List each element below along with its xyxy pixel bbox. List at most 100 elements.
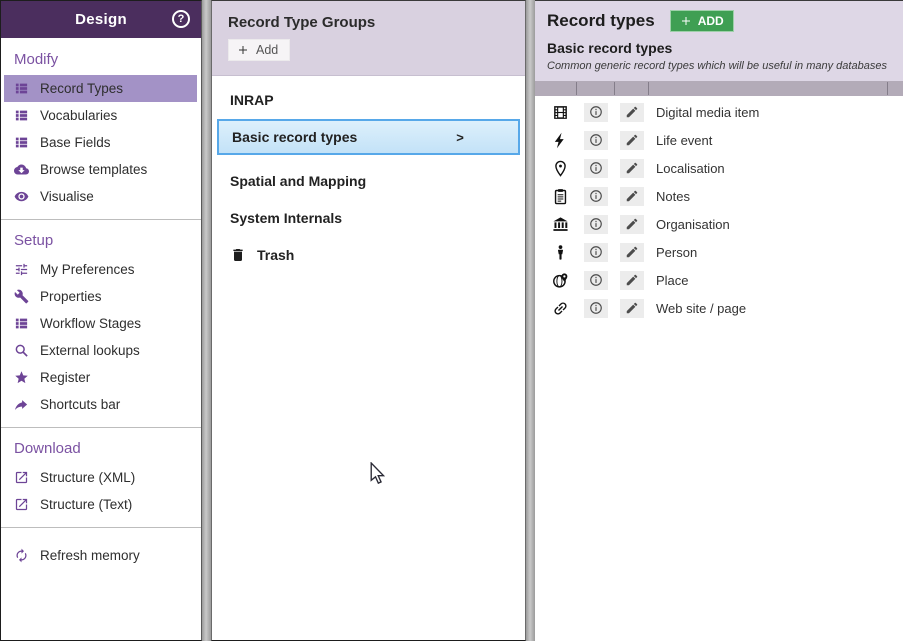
sidebar-item-label: Properties [40,289,102,304]
sidebar-item[interactable]: Workflow Stages [1,310,201,337]
group-item[interactable]: Spatial and Mapping > [212,162,525,199]
design-sidebar: Design ? Modify Record Types Vocabularie… [0,0,202,641]
external-link-icon [14,470,29,485]
sidebar-item[interactable]: Vocabularies [1,102,201,129]
sidebar-item[interactable]: Record Types [4,75,197,102]
record-type-icon-cell [543,244,577,261]
add-record-type-button[interactable]: ADD [670,10,734,32]
sidebar-item[interactable]: Browse templates [1,156,201,183]
record-type-row: Localisation [535,154,903,182]
add-record-type-button-label: ADD [698,14,724,28]
sidebar-item-label: Visualise [40,189,94,204]
sidebar-item[interactable]: Shortcuts bar [1,391,201,418]
globe-pin-icon [552,272,569,289]
group-item[interactable]: Trash > [212,236,525,273]
help-icon[interactable]: ? [172,10,190,28]
record-type-icon-cell [543,132,577,149]
types-table-rows: Digital media item L [535,96,903,322]
record-type-row: Organisation [535,210,903,238]
record-type-icon-cell [543,104,577,121]
record-type-edit-cell [615,187,649,206]
edit-button[interactable] [620,159,644,178]
sidebar-title: Design [75,11,127,28]
sidebar-item-label: Structure (Text) [40,497,132,512]
types-panel-header: Record types ADD Basic record types Comm… [535,1,903,81]
groups-panel-title: Record Type Groups [228,14,509,31]
pencil-icon [625,161,639,175]
group-item-label: System Internals [230,210,342,226]
info-button[interactable] [584,103,608,122]
panel-splitter[interactable] [526,0,535,641]
pencil-icon [625,273,639,287]
group-item[interactable]: INRAP > [212,81,525,118]
record-type-edit-cell [615,103,649,122]
record-type-icon-cell [543,300,577,317]
info-button[interactable] [584,159,608,178]
record-type-edit-cell [615,131,649,150]
list-icon [14,135,29,150]
group-description: Common generic record types which will b… [547,60,891,72]
info-button[interactable] [584,215,608,234]
sidebar-item[interactable]: External lookups [1,337,201,364]
record-type-edit-cell [615,215,649,234]
sidebar-header: Design ? [1,1,201,38]
sidebar-item[interactable]: Register [1,364,201,391]
record-type-info-cell [577,243,615,262]
edit-button[interactable] [620,299,644,318]
sidebar-item[interactable]: Structure (XML) [1,464,201,491]
edit-button[interactable] [620,131,644,150]
edit-button[interactable] [620,271,644,290]
record-type-info-cell [577,215,615,234]
sidebar-item[interactable]: Properties [1,283,201,310]
group-item-label: INRAP [230,92,274,108]
info-button[interactable] [584,243,608,262]
sidebar-item-label: Workflow Stages [40,316,141,331]
sidebar-item-label: External lookups [40,343,140,358]
record-type-row: Life event [535,126,903,154]
sidebar-list-download: Structure (XML) Structure (Text) [1,464,201,518]
info-button[interactable] [584,131,608,150]
sidebar-item-refresh-memory[interactable]: Refresh memory [1,542,201,569]
sidebar-item-label: My Preferences [40,262,135,277]
sidebar-item[interactable]: My Preferences [1,256,201,283]
pin-icon [552,160,569,177]
group-item[interactable]: Basic record types > [217,119,520,155]
column-header [543,82,577,95]
edit-button[interactable] [620,215,644,234]
external-link-icon [14,497,29,512]
pencil-icon [625,133,639,147]
pencil-icon [625,105,639,119]
sidebar-item[interactable]: Base Fields [1,129,201,156]
record-type-info-cell [577,187,615,206]
record-type-name: Life event [649,133,712,148]
record-type-name: Digital media item [649,105,759,120]
record-type-icon-cell [543,160,577,177]
sidebar-item-label: Base Fields [40,135,111,150]
record-type-edit-cell [615,243,649,262]
info-button[interactable] [584,187,608,206]
info-button[interactable] [584,271,608,290]
group-item[interactable]: System Internals > [212,199,525,236]
person-icon [552,244,569,261]
record-type-name: Localisation [649,161,725,176]
sidebar-item[interactable]: Visualise [1,183,201,210]
trash-icon [230,247,246,263]
list-icon [14,108,29,123]
edit-button[interactable] [620,243,644,262]
record-type-info-cell [577,159,615,178]
add-group-button[interactable]: Add [228,39,290,61]
record-type-name: Person [649,245,697,260]
record-type-name: Place [649,273,689,288]
sidebar-item[interactable]: Structure (Text) [1,491,201,518]
panel-splitter[interactable] [202,0,211,641]
group-heading: Basic record types [547,40,891,56]
info-icon [589,105,603,119]
edit-button[interactable] [620,187,644,206]
info-icon [589,301,603,315]
sidebar-item-label: Record Types [40,81,123,96]
section-heading-download: Download [1,428,201,464]
info-button[interactable] [584,299,608,318]
edit-button[interactable] [620,103,644,122]
info-icon [589,161,603,175]
cloud-download-icon [14,162,29,177]
